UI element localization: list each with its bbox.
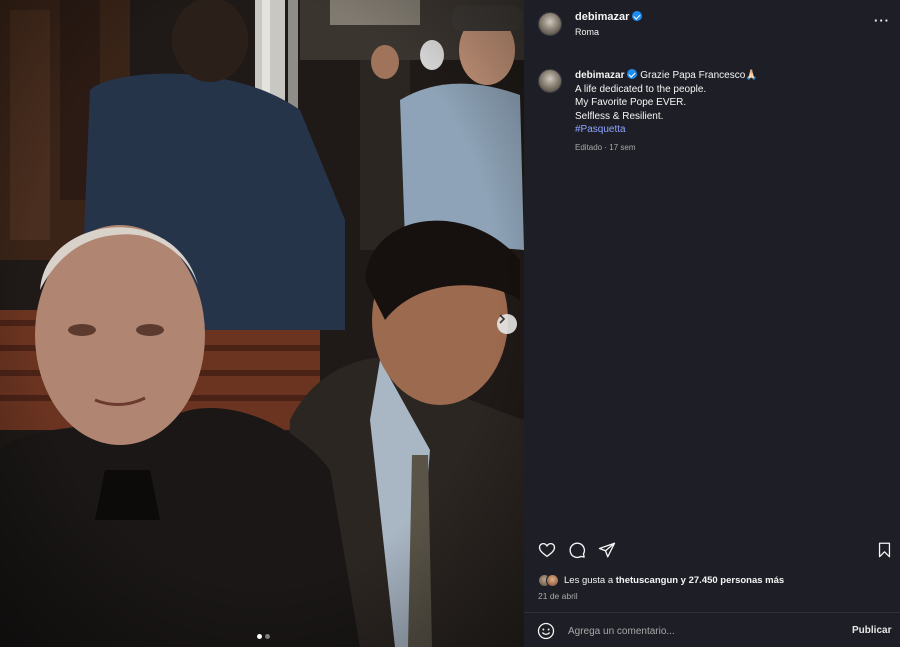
more-icon: ··· (874, 13, 890, 28)
likes-summary[interactable]: Les gusta a thetuscangun y 27.450 person… (538, 573, 784, 587)
caption-line: Selfless & Resilient. (575, 110, 664, 122)
share-icon[interactable] (598, 541, 616, 559)
likes-prefix: Les gusta a (564, 574, 616, 586)
comment-icon[interactable] (568, 541, 586, 559)
hashtag-link[interactable]: #Pasquetta (575, 123, 875, 137)
caption-line: My Favorite Pope EVER. (575, 97, 687, 108)
likes-count[interactable]: y 27.450 personas más (678, 575, 785, 586)
carousel-indicator (257, 634, 270, 639)
author-username-text[interactable]: debimazar (575, 11, 629, 23)
smiley-icon[interactable] (537, 622, 555, 640)
more-options-button[interactable]: ··· (874, 13, 890, 28)
liker-username[interactable]: thetuscangun (616, 575, 678, 586)
post-location[interactable]: Roma (575, 27, 599, 37)
carousel-dot (265, 634, 270, 639)
comment-input[interactable] (568, 622, 838, 640)
post-caption: debimazar Grazie Papa Francesco🙏🏻 A life… (575, 69, 875, 137)
post-photo[interactable] (0, 0, 524, 647)
caption-username[interactable]: debimazar (575, 70, 624, 81)
caption-first-line: Grazie Papa Francesco (640, 70, 746, 81)
post-details-panel: debimazar Roma ··· debimazar Grazie Papa… (524, 0, 900, 647)
author-username[interactable]: debimazar (575, 11, 643, 23)
liker-avatar (546, 573, 559, 587)
post-date[interactable]: 21 de abril (538, 591, 578, 601)
next-photo-button[interactable] (497, 314, 517, 334)
publish-button[interactable]: Publicar (852, 625, 891, 636)
author-avatar[interactable] (538, 12, 562, 36)
praying-hands-emoji-icon: 🙏🏻 (745, 70, 758, 81)
chevron-right-icon (499, 314, 506, 324)
verified-badge-icon (632, 11, 643, 21)
caption-author-avatar[interactable] (538, 69, 562, 93)
carousel-dot-active (257, 634, 262, 639)
bookmark-icon[interactable] (876, 541, 893, 559)
verified-badge-icon (627, 69, 638, 79)
comment-bar: Publicar (524, 613, 900, 647)
caption-edited-time: Editado · 17 sem (575, 143, 636, 152)
heart-icon[interactable] (538, 541, 556, 559)
likes-text[interactable]: Les gusta a thetuscangun y 27.450 person… (564, 575, 784, 586)
action-bar (538, 541, 893, 561)
photo-illustration (0, 0, 524, 647)
caption-line: A life dedicated to the people. (575, 83, 707, 95)
